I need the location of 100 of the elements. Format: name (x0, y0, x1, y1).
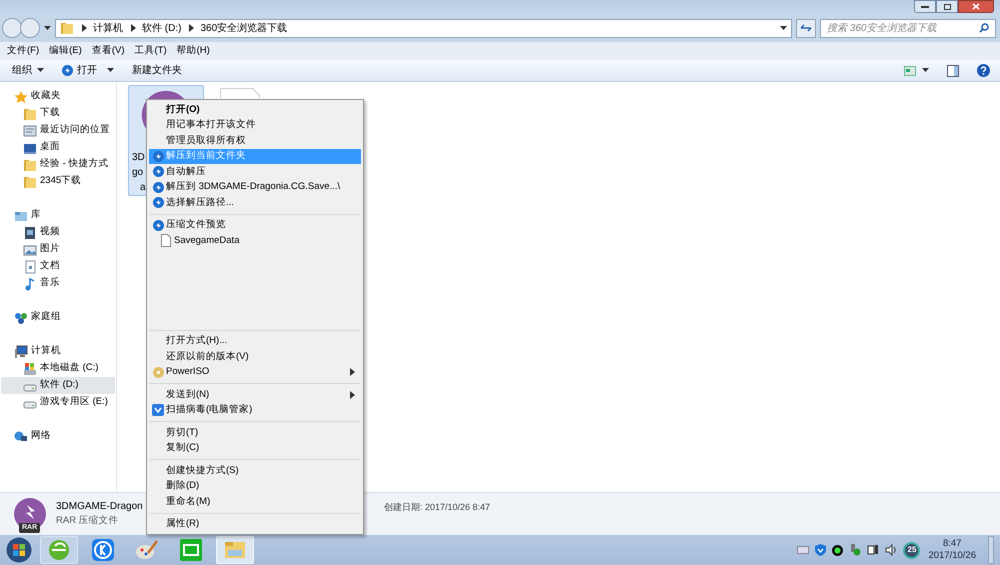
start-button[interactable] (4, 536, 34, 564)
close-button[interactable] (958, 0, 994, 13)
context-menu-item[interactable]: 重命名(M) (149, 494, 361, 510)
context-menu-item[interactable]: 打开方式(H)... (149, 334, 361, 349)
menu-item[interactable]: 编辑(E) (44, 44, 87, 58)
file-icon (161, 234, 171, 248)
menu-item[interactable]: 文件(F) (2, 44, 44, 58)
history-caret-icon (44, 26, 51, 30)
help-icon (977, 64, 990, 77)
context-menu-item[interactable]: SavegameData (149, 233, 361, 248)
search-field[interactable]: 搜索 360安全浏览器下载 (820, 18, 996, 38)
clock[interactable]: 8:47 2017/10/26 (928, 538, 976, 562)
browser-icon (46, 537, 72, 563)
restore-button[interactable] (936, 0, 958, 13)
sidebar-item[interactable]: 本地磁盘 (C:) (1, 360, 115, 377)
music-icon (23, 276, 37, 290)
context-menu-item[interactable]: 还原以前的版本(V) (149, 349, 361, 364)
folder-icon (23, 106, 37, 120)
star-icon (14, 90, 28, 104)
video-icon (178, 537, 204, 563)
breadcrumb[interactable]: 软件 (D:) (142, 20, 182, 36)
address-bar[interactable]: 计算机 软件 (D:) 360安全浏览器下载 (55, 18, 792, 38)
context-menu-item[interactable]: 剪切(T) (149, 425, 361, 440)
menu-item[interactable]: 工具(T) (129, 44, 172, 58)
recent-icon (23, 124, 37, 138)
sidebar-item[interactable]: 音乐 (1, 275, 115, 292)
context-menu-item[interactable]: 管理员取得所有权 (149, 133, 361, 148)
windows-logo-icon (6, 537, 32, 563)
caret-icon (37, 68, 44, 73)
created-date: 创建日期: 2017/10/26 8:47 (384, 500, 490, 514)
sysdrive-icon (23, 362, 37, 376)
context-menu-item[interactable]: 扫描病毒(电脑管家) (149, 402, 361, 418)
chevron-icon (131, 24, 136, 32)
preview-pane-icon (947, 64, 959, 76)
context-menu-item[interactable]: 发送到(N) (149, 387, 361, 402)
sidebar-item[interactable]: 经验 - 快捷方式 (1, 156, 115, 173)
context-menu-item[interactable]: 自动解压 (149, 164, 361, 180)
context-menu-item[interactable]: 打开(O) (149, 102, 361, 118)
file-type: RAR 压缩文件 (56, 514, 119, 528)
close-icon (972, 3, 980, 10)
context-menu-item[interactable]: 选择解压路径... (149, 195, 361, 210)
sidebar-item[interactable]: 图片 (1, 241, 115, 258)
tray-badge[interactable]: 25 (903, 542, 920, 558)
new-folder-button[interactable]: 新建文件夹 (128, 63, 186, 78)
sidebar-item[interactable]: 最近访问的位置 (1, 122, 115, 139)
open-button[interactable]: 打开 (54, 63, 122, 78)
chevron-icon (82, 24, 87, 32)
shield-icon (152, 404, 164, 416)
status-dot-icon (832, 544, 844, 556)
refresh-button[interactable] (796, 18, 816, 38)
sidebar-item[interactable]: 下载 (1, 105, 115, 122)
dropdown-caret-icon (780, 26, 787, 30)
extract-icon (152, 197, 164, 208)
context-menu-item[interactable]: 创建快捷方式(S) (149, 463, 361, 478)
folder-icon (23, 158, 37, 172)
context-menu-item[interactable]: 解压到 3DMGAME-Dragonia.CG.Save...\ (149, 180, 361, 195)
context-menu-item[interactable]: 用记事本打开该文件 (149, 118, 361, 133)
document-icon (220, 88, 260, 98)
extract-icon (62, 65, 73, 76)
folder-icon (23, 174, 37, 188)
sidebar-group[interactable]: 计算机 (0, 343, 116, 360)
caret-icon (107, 68, 114, 73)
view-caret-icon (922, 68, 929, 73)
organize-button[interactable]: 组织 (8, 63, 48, 78)
menu-item[interactable]: 查看(V) (86, 44, 130, 58)
file-name: 3DMGAME-Dragon (56, 500, 143, 514)
folder-icon (60, 21, 74, 35)
sidebar-group[interactable]: 收藏夹 (0, 88, 116, 105)
disc-icon (152, 366, 164, 378)
taskbar-app[interactable] (40, 536, 78, 564)
sidebar-group[interactable]: 家庭组 (0, 309, 116, 326)
show-desktop-button[interactable] (988, 536, 994, 564)
sidebar-item[interactable]: 2345下载 (1, 173, 115, 190)
sidebar-group[interactable]: 库 (0, 207, 116, 224)
sidebar-item[interactable]: 软件 (D:) (1, 377, 115, 394)
sidebar-item[interactable]: 视频 (1, 224, 115, 241)
extract-icon (152, 150, 164, 162)
menu-item[interactable]: 帮助(H) (172, 44, 215, 58)
volume-icon (885, 544, 898, 556)
breadcrumb[interactable]: 计算机 (93, 20, 123, 36)
context-menu-item[interactable]: PowerISO (149, 364, 361, 380)
sidebar-group[interactable]: 网络 (0, 428, 116, 445)
sidebar-item[interactable]: 游戏专用区 (E:) (1, 394, 115, 411)
search-icon (979, 23, 989, 33)
view-icon (904, 66, 916, 76)
context-menu-item[interactable]: 复制(C) (149, 440, 361, 456)
sidebar-item[interactable]: 文档 (1, 258, 115, 275)
file-name: a (139, 181, 146, 195)
computer-icon (14, 344, 28, 358)
back-button[interactable] (2, 18, 22, 38)
sidebar-item[interactable]: 桌面 (1, 139, 115, 156)
breadcrumb[interactable]: 360安全浏览器下载 (200, 20, 288, 36)
keyboard-icon (797, 546, 810, 554)
context-menu-item[interactable]: 属性(R) (149, 516, 361, 532)
context-menu-item[interactable]: 压缩文件预览 (149, 218, 361, 233)
minimize-button[interactable] (914, 0, 936, 13)
context-menu-item[interactable]: 删除(D) (149, 478, 361, 494)
network-icon (14, 430, 28, 444)
file-name: 3D (132, 151, 145, 165)
forward-button[interactable] (20, 18, 40, 38)
